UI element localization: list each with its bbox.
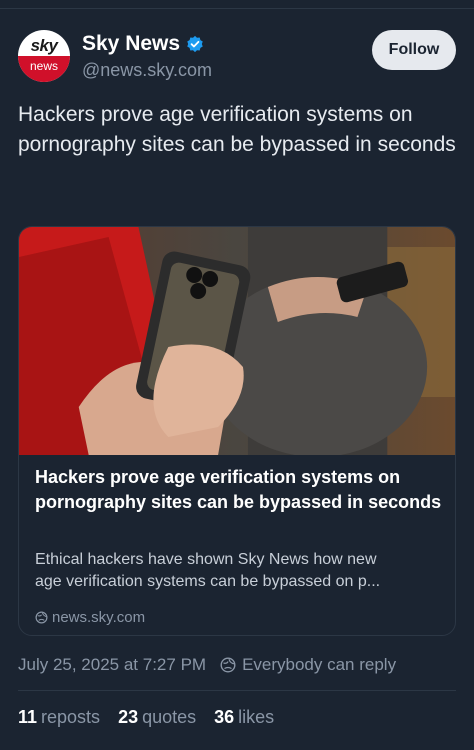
likes-label: likes <box>238 707 275 727</box>
avatar-logo-bottom: news <box>18 56 70 82</box>
card-description: Ethical hackers have shown Sky News how … <box>35 549 443 593</box>
display-name[interactable]: Sky News <box>82 32 180 56</box>
card-title: Hackers prove age verification systems o… <box>35 467 442 512</box>
card-description-line: age verification systems can be bypassed… <box>35 573 381 590</box>
name-row: Sky News <box>82 32 204 56</box>
globe-icon <box>220 657 236 673</box>
globe-icon <box>35 611 48 624</box>
quotes-count: 23 <box>118 707 139 727</box>
quotes-label: quotes <box>142 707 197 727</box>
post-header: sky news Sky News @news.sky.com Follow <box>18 30 456 86</box>
likes-stat[interactable]: 36 likes <box>214 707 274 728</box>
post-stats: 11 reposts 23 quotes 36 likes <box>18 707 292 728</box>
stats-divider <box>18 690 456 691</box>
link-card[interactable]: Hackers prove age verification systems o… <box>18 226 456 636</box>
reposts-label: reposts <box>41 707 101 727</box>
post-meta: July 25, 2025 at 7:27 PM Everybody can r… <box>18 655 396 675</box>
card-source-domain: news.sky.com <box>52 609 146 626</box>
post-text: Hackers prove age verification systems o… <box>18 103 456 156</box>
reply-setting: Everybody can reply <box>242 655 397 674</box>
reposts-count: 11 <box>18 707 38 727</box>
avatar[interactable]: sky news <box>18 30 70 82</box>
avatar-logo-top: sky <box>30 36 58 55</box>
account-handle[interactable]: @news.sky.com <box>82 60 212 81</box>
card-source: news.sky.com <box>35 609 145 626</box>
card-image <box>19 227 455 455</box>
reposts-stat[interactable]: 11 reposts <box>18 707 100 728</box>
card-description-line: Ethical hackers have shown Sky News how … <box>35 551 377 568</box>
likes-count: 36 <box>214 707 235 727</box>
top-divider <box>0 8 474 9</box>
follow-button[interactable]: Follow <box>372 30 456 70</box>
verified-badge-icon <box>187 35 203 53</box>
quotes-stat[interactable]: 23 quotes <box>118 707 196 728</box>
post-timestamp[interactable]: July 25, 2025 at 7:27 PM <box>18 655 206 675</box>
